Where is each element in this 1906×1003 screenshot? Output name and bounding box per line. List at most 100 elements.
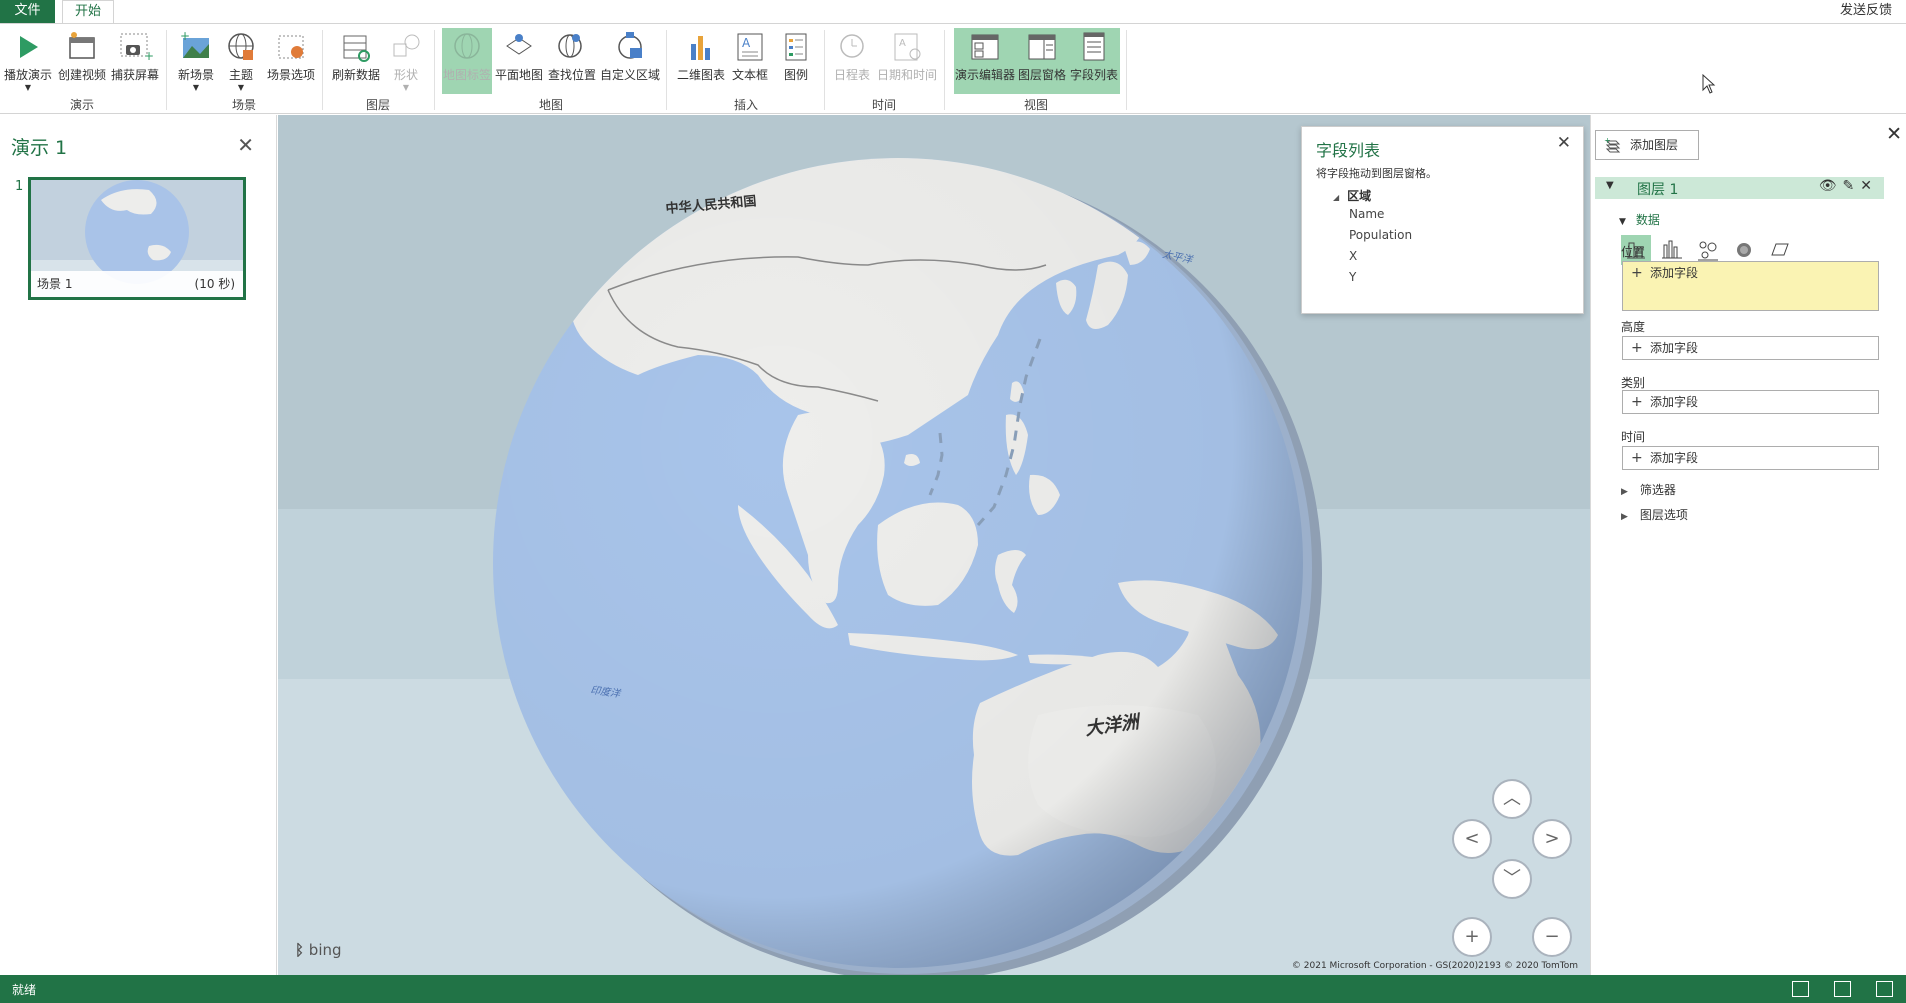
triangle-right-icon[interactable]: ▶: [1621, 487, 1628, 497]
custom-regions-icon: [618, 32, 642, 59]
status-bar: 就绪: [0, 975, 1906, 1003]
field-item[interactable]: X: [1349, 249, 1357, 263]
ribbon-separator: [824, 30, 825, 110]
legend-button[interactable]: 图例: [774, 28, 818, 94]
map-labels-button[interactable]: 地图标签: [442, 28, 492, 94]
scene-thumbnail[interactable]: 场景 1 (10 秒): [28, 177, 246, 300]
text-box-icon: A: [737, 33, 763, 61]
theme-button[interactable]: 主题 ▼: [220, 28, 262, 94]
find-location-icon: [558, 34, 582, 58]
ribbon-group-tour: 播放演示 ▼ 创建视频 + 捕获屏幕 演示: [0, 24, 164, 114]
layer-name[interactable]: 图层 1: [1637, 179, 1678, 199]
field-item[interactable]: Name: [1349, 207, 1384, 221]
find-location-button[interactable]: 查找位置: [546, 28, 598, 94]
location-field-drop[interactable]: + 添加字段: [1622, 261, 1879, 311]
zoom-in-button[interactable]: +: [1452, 917, 1492, 957]
svg-text:+: +: [180, 30, 190, 43]
tab-file[interactable]: 文件: [0, 0, 55, 24]
eye-icon[interactable]: 👁: [1819, 178, 1843, 194]
shape-button[interactable]: 形状 ▼: [384, 28, 428, 94]
field-list-title: 字段列表: [1316, 141, 1381, 160]
send-feedback-link[interactable]: 发送反馈: [1840, 0, 1892, 22]
group-label-time: 时间: [871, 98, 896, 112]
chevron-down-icon: ▼: [24, 83, 32, 92]
map-view-icon[interactable]: [1834, 981, 1851, 997]
text-box-button[interactable]: A 文本框: [728, 28, 772, 94]
triangle-right-icon[interactable]: ▶: [1621, 512, 1628, 522]
time-field-drop[interactable]: + 添加字段: [1622, 446, 1879, 470]
delete-icon[interactable]: ✕: [1860, 178, 1878, 194]
layer-pane-icon: [1028, 34, 1056, 60]
play-tour-button[interactable]: 播放演示 ▼: [2, 28, 54, 94]
chevron-down-icon: ▼: [402, 83, 410, 92]
camera-icon: +: [120, 33, 153, 63]
capture-screen-button[interactable]: + 捕获屏幕: [108, 28, 162, 94]
plus-icon: +: [1631, 394, 1643, 410]
clock-icon: [840, 34, 864, 58]
scene-duration: (10 秒): [194, 277, 235, 291]
legend-icon: [785, 33, 807, 61]
tour-editor-pane: 演示 1 ✕ 1 场景 1 (10 秒): [0, 115, 277, 975]
category-field-drop[interactable]: + 添加字段: [1622, 390, 1879, 414]
globe-shading: [493, 158, 1303, 968]
new-scene-icon: +: [180, 30, 209, 58]
create-video-button[interactable]: 创建视频: [56, 28, 108, 94]
svg-text:+: +: [144, 49, 153, 63]
layer-tools: 👁✎✕: [1819, 178, 1878, 194]
add-layer-icon: +: [1604, 137, 1621, 153]
height-field-drop[interactable]: + 添加字段: [1622, 336, 1879, 360]
play-icon: [20, 36, 38, 58]
group-label-map: 地图: [538, 98, 563, 112]
field-list-hint: 将字段拖动到图层窗格。: [1316, 167, 1437, 180]
filters-section[interactable]: ▶ 筛选器: [1621, 481, 1676, 498]
triangle-down-icon[interactable]: ▼: [1619, 217, 1626, 227]
layer-header[interactable]: ▼ 图层 1 👁✎✕: [1595, 177, 1884, 199]
svg-text:A: A: [742, 36, 751, 50]
rotate-right-button[interactable]: >: [1532, 819, 1572, 859]
new-scene-button[interactable]: + 新场景 ▼: [174, 28, 218, 94]
layer-pane: ✕ + 添加图层 ▼ 图层 1 👁✎✕ ▼ 数据 位置 + 添加字段 高度 + 添加字…: [1590, 115, 1906, 975]
ribbon-separator: [666, 30, 667, 110]
fullscreen-icon[interactable]: [1876, 981, 1893, 997]
timeline-button[interactable]: 日程表: [830, 28, 874, 94]
date-time-button[interactable]: A 日期和时间: [874, 28, 940, 94]
close-icon[interactable]: ✕: [237, 133, 254, 157]
field-item[interactable]: Y: [1349, 270, 1356, 284]
ribbon-separator: [166, 30, 167, 110]
tour-title[interactable]: 演示 1: [11, 133, 67, 160]
scene-options-button[interactable]: 场景选项: [264, 28, 318, 94]
plus-icon: +: [1631, 340, 1643, 356]
triangle-collapse-icon[interactable]: ◢: [1333, 193, 1339, 202]
custom-regions-button[interactable]: 自定义区域: [598, 28, 662, 94]
chevron-up-icon: ︿: [1503, 788, 1521, 809]
field-item[interactable]: Population: [1349, 228, 1412, 242]
field-list-button[interactable]: 字段列表: [1068, 28, 1120, 94]
close-icon[interactable]: ✕: [1557, 133, 1571, 153]
tab-bar: 文件 开始 发送反馈: [0, 0, 1906, 24]
ribbon-separator: [434, 30, 435, 110]
tilt-up-button[interactable]: ︿: [1492, 779, 1532, 819]
tilt-down-button[interactable]: ﹀: [1492, 859, 1532, 899]
svg-text:A: A: [899, 38, 906, 49]
field-group-region[interactable]: ◢ 区域: [1333, 187, 1371, 204]
2d-chart-button[interactable]: 二维图表: [676, 28, 726, 94]
layer-options-section[interactable]: ▶ 图层选项: [1621, 506, 1688, 523]
pencil-icon[interactable]: ✎: [1843, 178, 1861, 194]
group-label-view: 视图: [1023, 98, 1048, 112]
tour-editor-button[interactable]: 演示编辑器: [954, 28, 1016, 94]
zoom-out-button[interactable]: −: [1532, 917, 1572, 957]
layer-pane-button[interactable]: 图层窗格: [1016, 28, 1068, 94]
chevron-down-icon: ▼: [192, 83, 200, 92]
data-section-header[interactable]: ▼ 数据: [1619, 211, 1660, 228]
close-icon[interactable]: ✕: [1886, 123, 1902, 145]
time-label: 时间: [1621, 430, 1646, 444]
rotate-left-button[interactable]: <: [1452, 819, 1492, 859]
flat-map-icon: [506, 34, 532, 55]
screenshot-icon[interactable]: [1792, 981, 1809, 997]
refresh-data-button[interactable]: 刷新数据: [330, 28, 382, 94]
triangle-down-icon[interactable]: ▼: [1606, 180, 1614, 191]
flat-map-button[interactable]: 平面地图: [494, 28, 544, 94]
add-layer-button[interactable]: + 添加图层: [1595, 130, 1699, 160]
location-label: 位置: [1621, 245, 1646, 259]
tab-home[interactable]: 开始: [62, 0, 114, 24]
